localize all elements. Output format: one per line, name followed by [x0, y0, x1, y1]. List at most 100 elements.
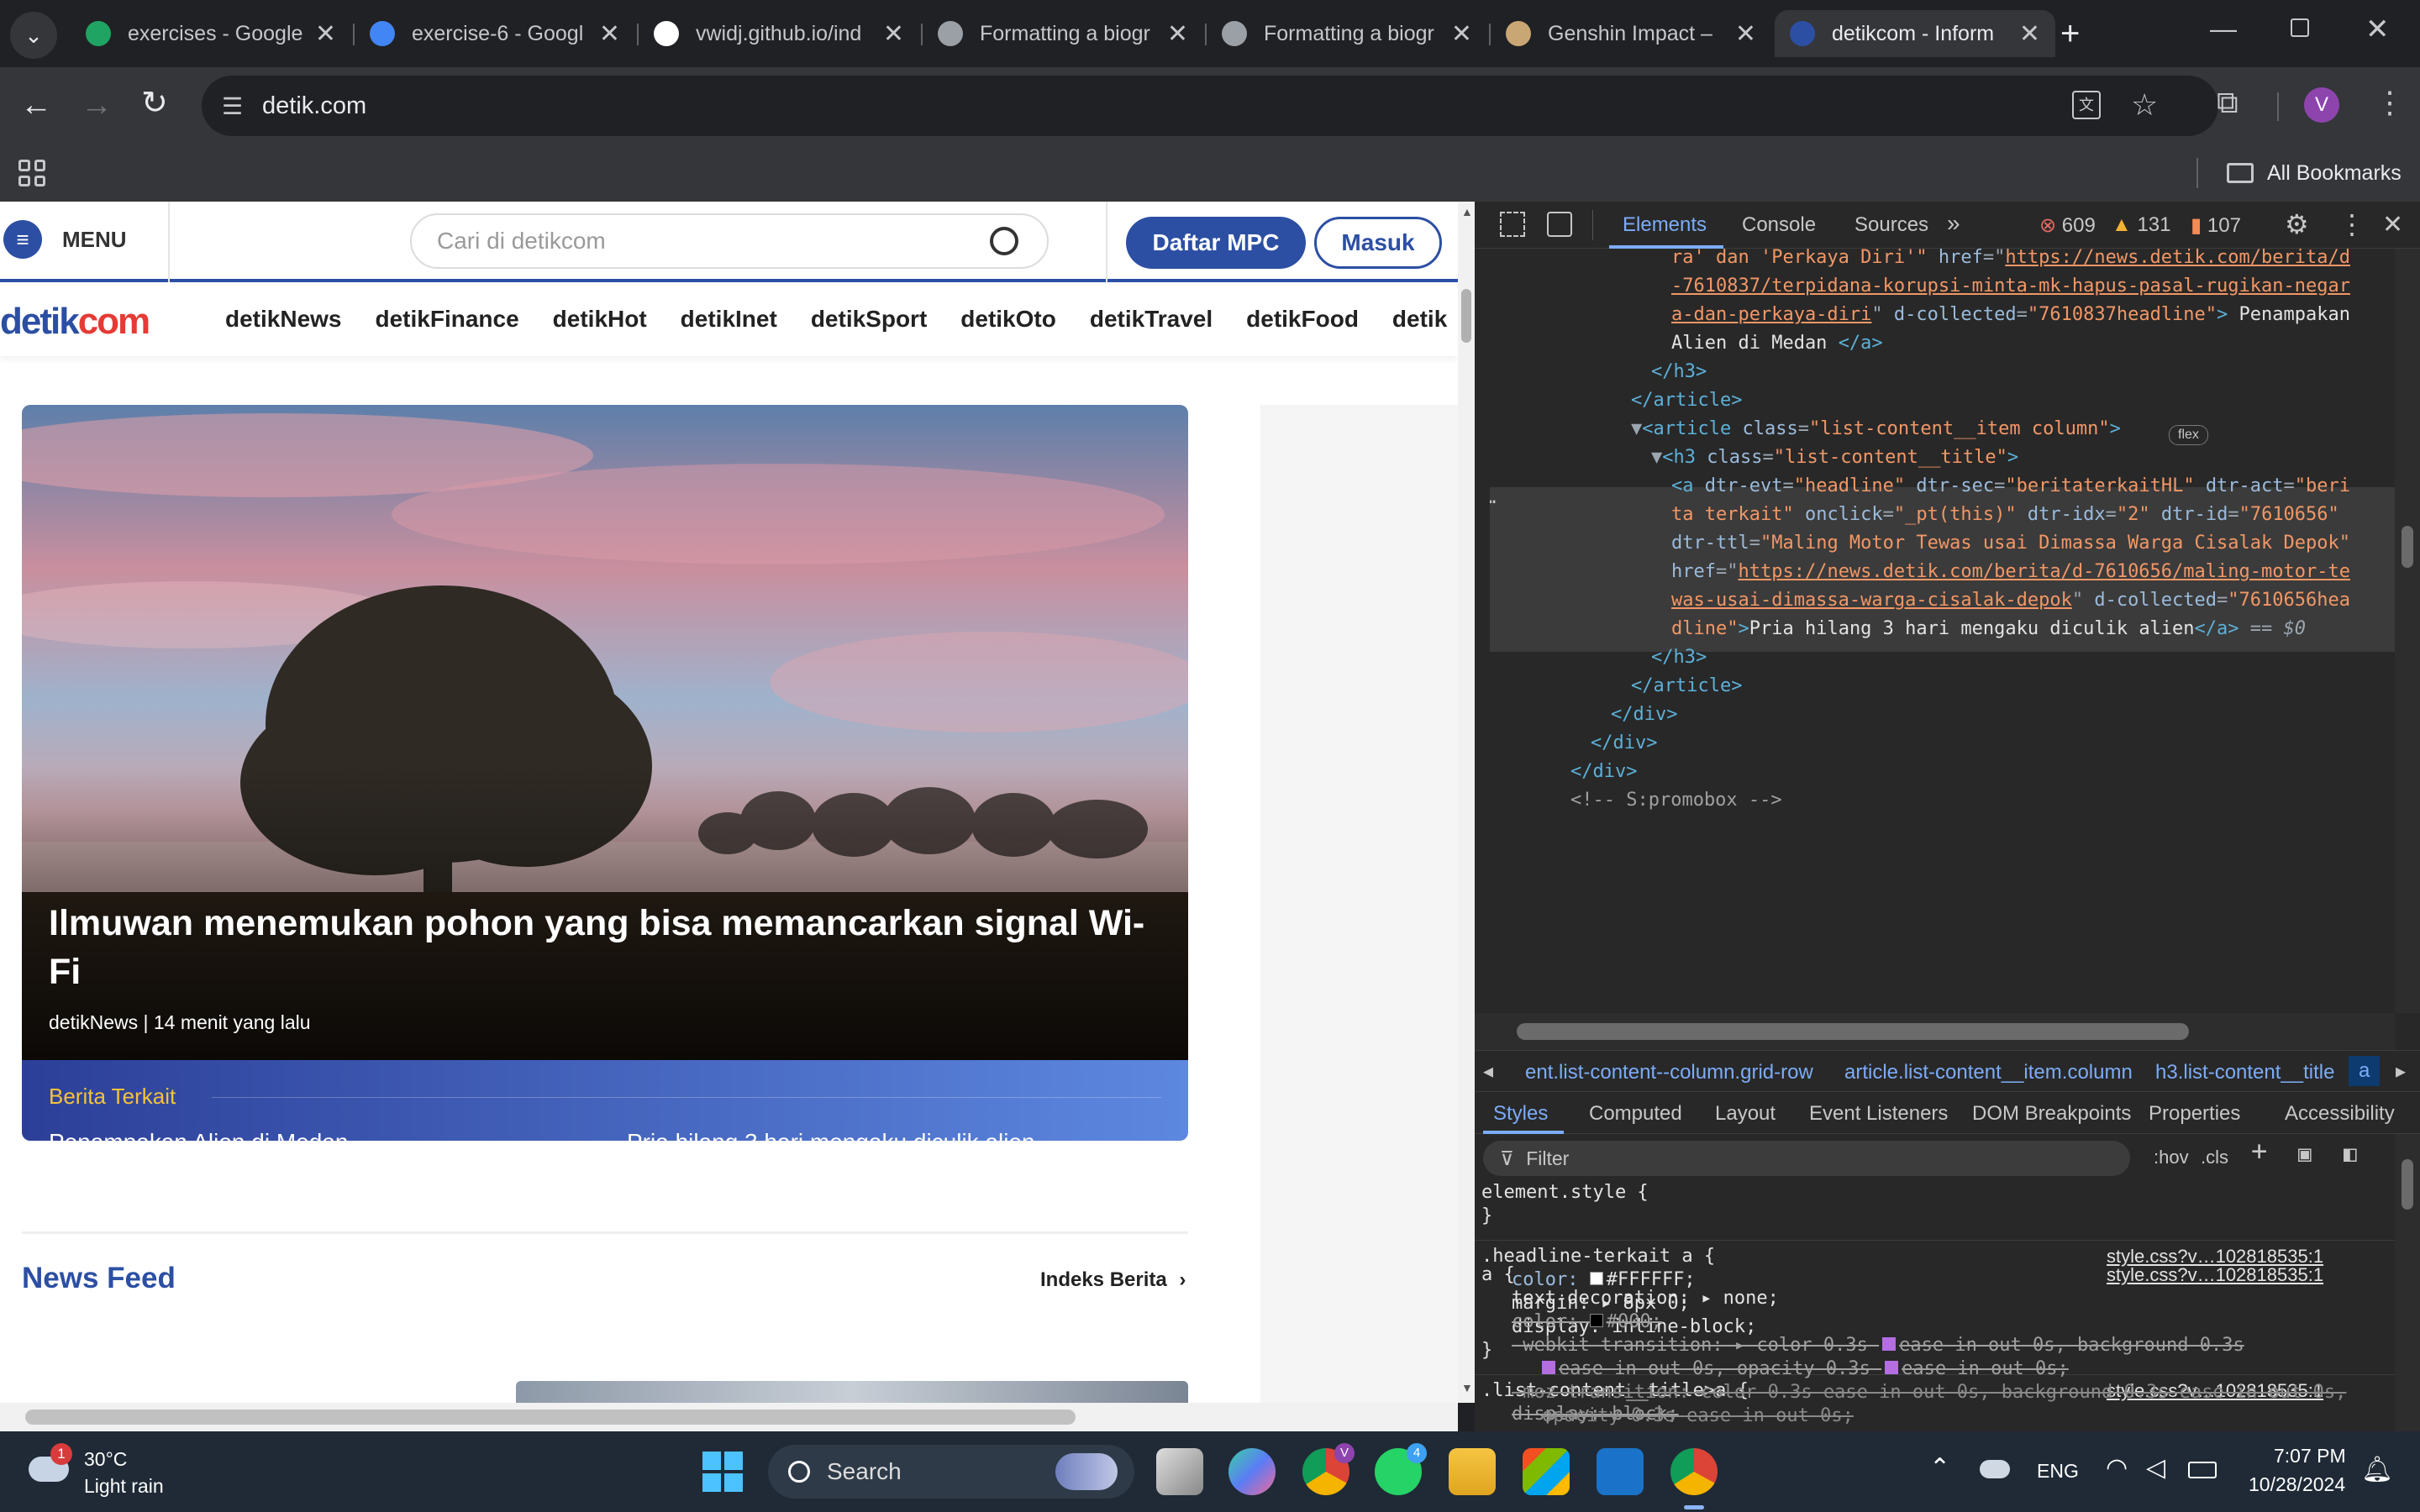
minimize-button[interactable]: —	[2210, 15, 2237, 42]
rule3-moz-transition-1[interactable]: -moz-transition: color 0.3s ease-in-out …	[1481, 1381, 2381, 1404]
channel-link[interactable]: detikOto	[960, 306, 1056, 333]
scroll-up-arrow[interactable]: ▲	[1461, 205, 1473, 218]
error-count[interactable]: ⊗ 609	[2039, 213, 2096, 238]
browser-tab[interactable]: Formatting a biogr ✕	[1207, 10, 1487, 57]
weather-widget[interactable]: 1 30°C Light rain	[25, 1443, 193, 1502]
dom-node-line[interactable]: -7610837/terpidana-korupsi-minta-mk-hapu…	[1671, 272, 2350, 301]
tab-console[interactable]: Console	[1742, 213, 1816, 237]
easing-swatch-icon[interactable]	[1542, 1361, 1555, 1374]
restore-button[interactable]	[2291, 18, 2309, 37]
translate-icon[interactable]: 文	[2072, 91, 2101, 119]
extensions-icon[interactable]: ⧉	[2217, 87, 2238, 118]
close-tab-icon[interactable]: ✕	[1451, 19, 1472, 49]
tab-sources[interactable]: Sources	[1854, 213, 1928, 237]
rule3-webkit-transition-1[interactable]: -webkit-transition: ▸ color 0.3s ease-in…	[1481, 1334, 2381, 1357]
page-vertical-scroll-thumb[interactable]	[1461, 289, 1471, 343]
dom-scroll-thumb[interactable]	[2402, 526, 2413, 568]
tray-overflow-icon[interactable]: ⌃	[1929, 1453, 1950, 1483]
rule3-text-decoration[interactable]: text-decoration: ▸ none;	[1481, 1287, 2381, 1310]
subtab-computed[interactable]: Computed	[1589, 1102, 1682, 1126]
easing-swatch-icon[interactable]	[1885, 1361, 1899, 1374]
easing-swatch-icon[interactable]	[1882, 1337, 1897, 1351]
hov-toggle[interactable]: :hov	[2154, 1146, 2189, 1169]
subtab-styles[interactable]: Styles	[1493, 1102, 1548, 1126]
close-tab-icon[interactable]: ✕	[1167, 19, 1188, 49]
rule-anchor[interactable]: a { style.css?v…102818535:1 text-decorat…	[1481, 1263, 2381, 1428]
cls-toggle[interactable]: .cls	[2201, 1146, 2228, 1169]
channel-link[interactable]: detikTravel	[1090, 306, 1213, 333]
channel-link[interactable]: detik	[1392, 306, 1447, 333]
chrome-profile-icon[interactable]: V	[1302, 1443, 1355, 1495]
copilot-icon[interactable]	[1228, 1448, 1276, 1495]
bookmark-star-icon[interactable]: ☆	[2131, 87, 2158, 123]
dom-node-line[interactable]: </div>	[1570, 758, 1637, 786]
task-view-icon[interactable]	[1156, 1448, 1203, 1495]
onedrive-icon[interactable]	[1980, 1460, 2010, 1478]
browser-tab[interactable]: exercises - Google ✕	[71, 10, 351, 57]
close-tab-icon[interactable]: ✕	[599, 19, 620, 49]
notification-bell-icon[interactable]: 🔔︎	[2361, 1455, 2393, 1484]
dom-node-line[interactable]: dtr-ttl="Maling Motor Tewas usai Dimassa…	[1671, 529, 2350, 558]
devtools-menu-icon[interactable]: ⋮	[2338, 208, 2365, 240]
node-ellipsis-icon[interactable]: …	[1490, 484, 1496, 512]
taskbar-search[interactable]: Search	[768, 1445, 1134, 1499]
headline-card[interactable]: Ilmuwan menemukan pohon yang bisa memanc…	[22, 405, 1188, 1141]
dom-scrollbar-horizontal[interactable]	[1475, 1013, 2395, 1050]
dom-node-line[interactable]: ra' dan 'Perkaya Diri'" href="https://ne…	[1671, 249, 2350, 272]
rule3-moz-transition-2[interactable]: opacity 0.3s ease-in-out 0s;	[1481, 1404, 2381, 1428]
dom-node-line[interactable]: <!-- S:promobox -->	[1570, 786, 1782, 815]
dom-hscroll-thumb[interactable]	[1517, 1023, 2189, 1040]
browser-tab[interactable]: vwidj.github.io/ind ✕	[639, 10, 919, 57]
browser-tab[interactable]: Formatting a biogr ✕	[923, 10, 1203, 57]
clock-time[interactable]: 7:07 PM	[2274, 1445, 2346, 1467]
close-tab-icon[interactable]: ✕	[315, 19, 336, 49]
close-devtools-icon[interactable]: ✕	[2382, 210, 2403, 239]
channel-link[interactable]: detikInet	[681, 306, 777, 333]
channel-link[interactable]: detikFinance	[376, 306, 519, 333]
page-horizontal-scrollbar[interactable]	[0, 1403, 1458, 1431]
page-horizontal-scroll-thumb[interactable]	[25, 1410, 1076, 1425]
crumb-right-arrow[interactable]: ▸	[2396, 1059, 2406, 1084]
new-tab-button[interactable]: +	[2060, 17, 2080, 50]
site-info-icon[interactable]: ☰	[222, 92, 243, 120]
channel-link[interactable]: detikFood	[1246, 306, 1359, 333]
page-vertical-scrollbar[interactable]: ▲ ▼	[1458, 202, 1475, 1403]
dom-node-line[interactable]: ▼<article class="list-content__item colu…	[1631, 415, 2121, 444]
dom-node-line[interactable]: dline">Pria hilang 3 hari mengaku diculi…	[1671, 615, 2306, 643]
paint-icon[interactable]: ▣	[2298, 1142, 2312, 1166]
dom-node-line[interactable]: a-dan-perkaya-diri" d-collected="7610837…	[1671, 301, 2350, 329]
file-explorer-icon[interactable]	[1449, 1448, 1496, 1495]
styles-filter[interactable]: ⊽ Filter	[1483, 1141, 2130, 1176]
site-search-input[interactable]: Cari di detikcom	[437, 228, 990, 255]
styles-scrollbar[interactable]	[2395, 1134, 2420, 1431]
dom-node-line[interactable]: ta terkait" onclick="_pt(this)" dtr-idx=…	[1671, 501, 2339, 529]
subtab-accessibility[interactable]: Accessibility	[2285, 1102, 2395, 1126]
channel-link[interactable]: detikNews	[225, 306, 342, 333]
more-tabs-icon[interactable]: »	[1947, 210, 1960, 237]
language-indicator[interactable]: ENG	[2037, 1460, 2079, 1483]
dom-scrollbar-vertical[interactable]	[2395, 249, 2420, 1013]
feed-thumbnail[interactable]	[516, 1381, 1188, 1403]
related-link-2[interactable]: Pria hilang 3 hari mengaku diculik alien	[627, 1129, 1035, 1141]
flex-badge[interactable]: flex	[2169, 425, 2208, 445]
dom-node-line[interactable]: </h3>	[1651, 358, 1707, 386]
tab-elements[interactable]: Elements	[1623, 213, 1707, 237]
scroll-down-arrow[interactable]: ▼	[1461, 1381, 1473, 1394]
chrome-menu-icon[interactable]: ⋮	[2375, 87, 2405, 118]
breadcrumb-3[interactable]: h3.list-content__title	[2155, 1061, 2334, 1084]
rule3-color-prop[interactable]: color: #000;	[1481, 1310, 2381, 1334]
browser-tab[interactable]: detikcom - Inform ✕	[1775, 10, 2055, 57]
settings-gear-icon[interactable]: ⚙	[2285, 208, 2309, 240]
issue-count[interactable]: ▮ 107	[2191, 213, 2241, 238]
login-button[interactable]: Masuk	[1314, 217, 1442, 269]
dom-node-line[interactable]: ▼<h3 class="list-content__title">	[1651, 444, 2018, 472]
close-tab-icon[interactable]: ✕	[2019, 19, 2040, 49]
back-button[interactable]: ←	[20, 89, 52, 121]
styles-scroll-thumb[interactable]	[2402, 1159, 2413, 1210]
element-style-rule[interactable]: element.style { }	[1481, 1181, 1649, 1228]
start-button[interactable]	[702, 1452, 743, 1492]
all-bookmarks-button[interactable]: All Bookmarks	[2227, 156, 2402, 190]
device-toggle-icon[interactable]	[1547, 212, 1572, 237]
channel-link[interactable]: detikHot	[553, 306, 647, 333]
breadcrumb-1[interactable]: ent.list-content--column.grid-row	[1525, 1061, 1813, 1084]
